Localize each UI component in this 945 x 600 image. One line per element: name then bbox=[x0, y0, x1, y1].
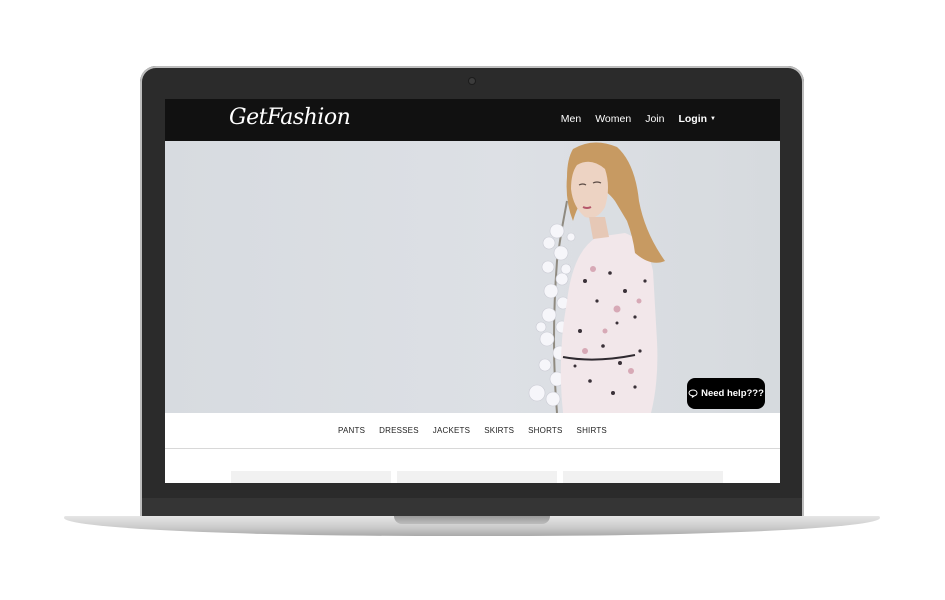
laptop-chin bbox=[142, 498, 802, 518]
login-label: Login bbox=[678, 113, 708, 125]
hero-banner: Need help??? bbox=[165, 141, 780, 413]
hero-image bbox=[528, 142, 665, 413]
nav-item-login[interactable]: Login ▼ bbox=[678, 113, 716, 125]
speech-bubble-icon bbox=[688, 389, 698, 398]
need-help-button[interactable]: Need help??? bbox=[687, 378, 765, 409]
category-jackets[interactable]: JACKETS bbox=[433, 426, 470, 435]
model-figure bbox=[560, 142, 665, 413]
screen: GetFashion Men Women Join Login ▼ Need h… bbox=[165, 99, 780, 483]
nav-item-join[interactable]: Join bbox=[645, 113, 664, 125]
category-dresses[interactable]: DRESSES bbox=[379, 426, 419, 435]
camera-icon bbox=[469, 78, 475, 84]
nav-item-men[interactable]: Men bbox=[561, 113, 581, 125]
category-pants[interactable]: PANTS bbox=[338, 426, 365, 435]
product-card[interactable] bbox=[397, 471, 557, 483]
caret-down-icon: ▼ bbox=[710, 116, 716, 123]
category-nav: PANTS DRESSES JACKETS SKIRTS SHORTS SHIR… bbox=[165, 413, 780, 449]
category-shorts[interactable]: SHORTS bbox=[528, 426, 562, 435]
product-card[interactable] bbox=[231, 471, 391, 483]
nav-links: Men Women Join Login ▼ bbox=[561, 113, 716, 125]
product-card[interactable] bbox=[563, 471, 723, 483]
nav-item-women[interactable]: Women bbox=[595, 113, 631, 125]
category-skirts[interactable]: SKIRTS bbox=[484, 426, 514, 435]
category-shirts[interactable]: SHIRTS bbox=[577, 426, 607, 435]
product-cards bbox=[231, 471, 723, 483]
laptop-mockup: GetFashion Men Women Join Login ▼ Need h… bbox=[0, 0, 945, 600]
laptop-notch bbox=[394, 516, 550, 524]
brand-logo[interactable]: GetFashion bbox=[229, 105, 351, 130]
need-help-label: Need help??? bbox=[701, 388, 764, 399]
navbar: GetFashion Men Women Join Login ▼ bbox=[165, 99, 780, 141]
